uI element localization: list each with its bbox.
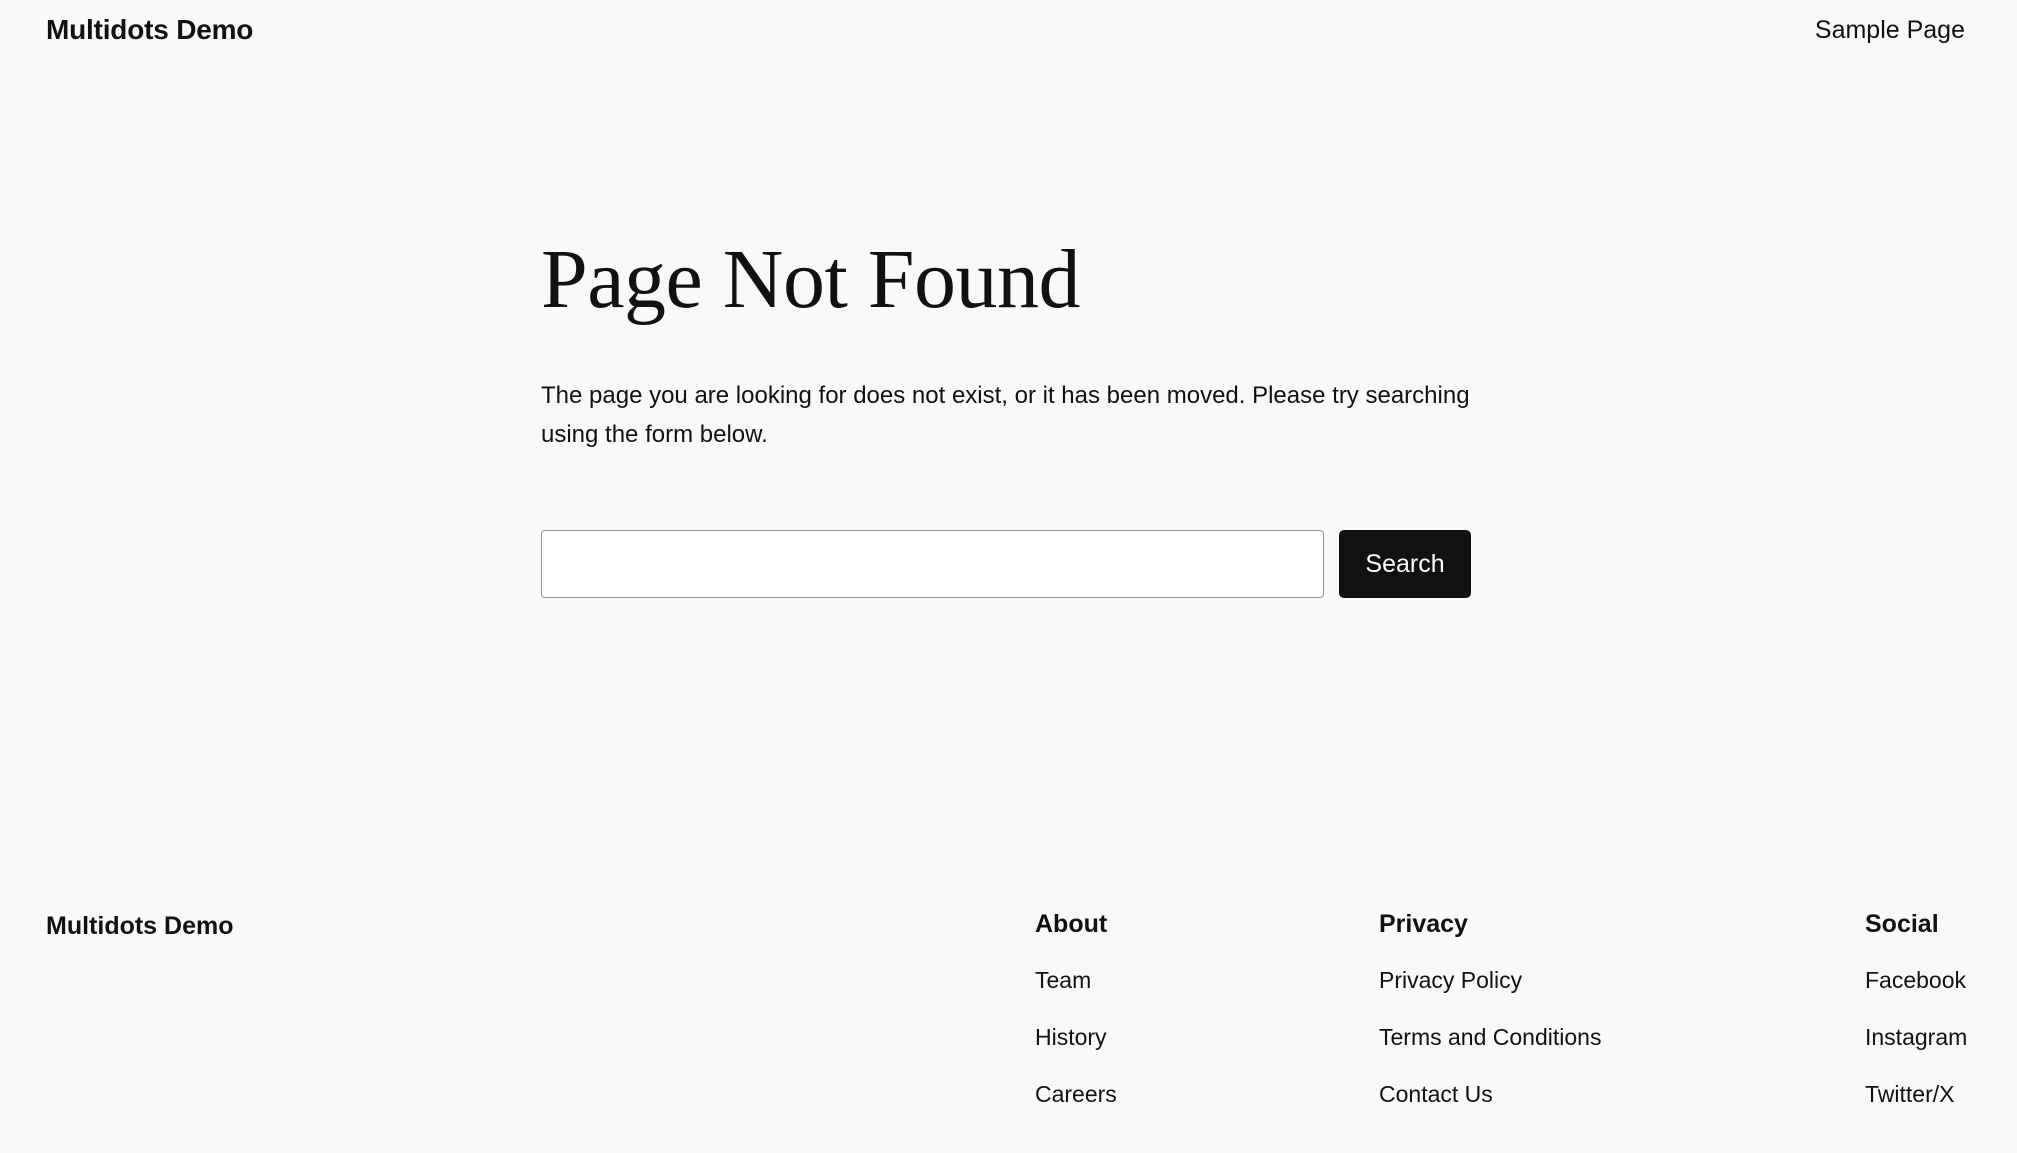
footer-link-item: Twitter/X: [1865, 1078, 1967, 1135]
footer-link-item: Instagram: [1865, 1021, 1967, 1078]
footer-links-about: Team History Careers: [1035, 964, 1117, 1135]
footer-site-title-link[interactable]: Multidots Demo: [46, 912, 234, 941]
header-nav: Sample Page: [1815, 16, 1965, 45]
footer-heading-privacy: Privacy: [1379, 910, 1468, 938]
page-title: Page Not Found: [541, 233, 1081, 326]
footer-link-item: Facebook: [1865, 964, 1967, 1021]
footer-column-privacy: Privacy Privacy Policy Terms and Conditi…: [1379, 908, 1601, 1135]
site-title-link[interactable]: Multidots Demo: [46, 14, 253, 46]
nav-link-sample-page[interactable]: Sample Page: [1815, 16, 1965, 44]
footer-links-privacy: Privacy Policy Terms and Conditions Cont…: [1379, 964, 1601, 1135]
footer-link-instagram[interactable]: Instagram: [1865, 1024, 1967, 1050]
footer-heading-social: Social: [1865, 910, 1939, 938]
footer-link-twitter-x[interactable]: Twitter/X: [1865, 1081, 1954, 1107]
footer-link-terms[interactable]: Terms and Conditions: [1379, 1024, 1601, 1050]
footer-link-item: Careers: [1035, 1078, 1117, 1135]
footer-link-careers[interactable]: Careers: [1035, 1081, 1117, 1107]
footer-link-item: Terms and Conditions: [1379, 1021, 1601, 1078]
main-content: Page Not Found The page you are looking …: [541, 230, 1471, 598]
page-description: The page you are looking for does not ex…: [541, 382, 1470, 448]
footer-column-about: About Team History Careers: [1035, 908, 1117, 1135]
footer-link-contact[interactable]: Contact Us: [1379, 1081, 1493, 1107]
site-header: Multidots Demo Sample Page: [0, 0, 2017, 70]
footer-link-item: Privacy Policy: [1379, 964, 1601, 1021]
search-button[interactable]: Search: [1339, 530, 1471, 598]
footer-link-team[interactable]: Team: [1035, 967, 1091, 993]
footer-heading-about: About: [1035, 910, 1108, 938]
footer-links-social: Facebook Instagram Twitter/X: [1865, 964, 1967, 1135]
search-form: Search: [541, 530, 1471, 598]
footer-link-item: Team: [1035, 964, 1117, 1021]
footer-link-item: History: [1035, 1021, 1117, 1078]
footer-link-history[interactable]: History: [1035, 1024, 1107, 1050]
footer-link-privacy-policy[interactable]: Privacy Policy: [1379, 967, 1522, 993]
footer-link-item: Contact Us: [1379, 1078, 1601, 1135]
search-input[interactable]: [541, 530, 1324, 598]
site-footer: Multidots Demo About Team History Career…: [0, 880, 2017, 1153]
footer-link-facebook[interactable]: Facebook: [1865, 967, 1966, 993]
footer-column-social: Social Facebook Instagram Twitter/X: [1865, 908, 1967, 1135]
